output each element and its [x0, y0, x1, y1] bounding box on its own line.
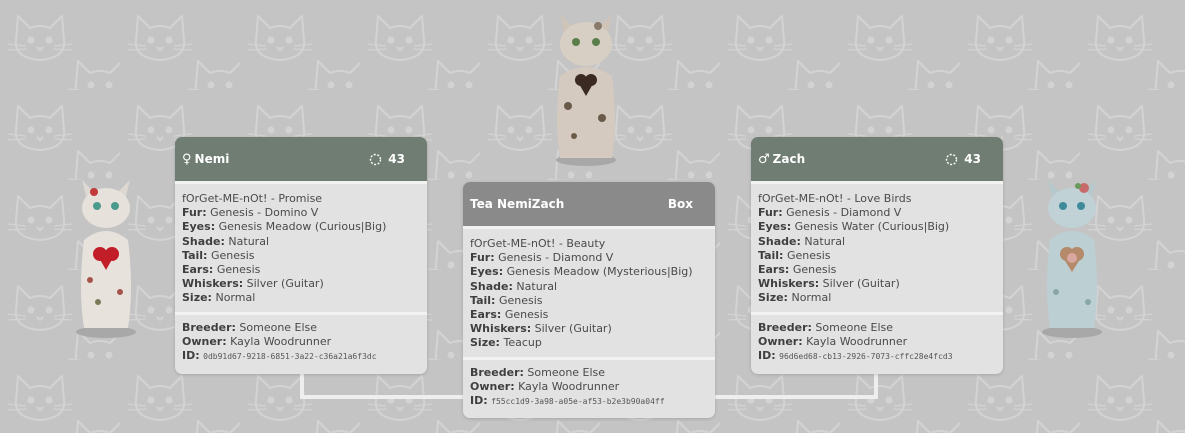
trait-eyes: Eyes: Genesis Meadow (Curious|Big) [182, 220, 387, 234]
breeder-row: Breeder: Someone Else [470, 365, 606, 379]
trait-shade: Shade: Natural [182, 234, 269, 248]
id-row: ID: 0db91d67-9218-6851-3a22-c36a21a6f3dc [182, 349, 377, 363]
trait-size: Size: Teacup [470, 336, 542, 350]
trait-tail: Tail: Genesis [758, 248, 831, 262]
father-card[interactable]: ♂ Zach 43 fOrGet-ME-nOt! - Love Birds Fu… [751, 137, 1003, 374]
trait-tail: Tail: Genesis [182, 248, 255, 262]
trait-whiskers: Whiskers: Silver (Guitar) [470, 322, 612, 336]
father-generation: 43 [964, 152, 981, 166]
offspring-title: fOrGet-ME-nOt! - Beauty [470, 237, 606, 250]
breeder-row: Breeder: Someone Else [758, 320, 894, 334]
trait-size: Size: Normal [182, 291, 256, 305]
mother-ownership: Breeder: Someone Else Owner: Kayla Woodr… [175, 315, 427, 370]
trait-tail: Tail: Genesis [470, 293, 543, 307]
trait-eyes: Eyes: Genesis Meadow (Mysterious|Big) [470, 265, 693, 279]
mother-name: Nemi [194, 152, 230, 166]
trait-ears: Ears: Genesis [182, 263, 261, 277]
id-row: ID: f55cc1d9-3a98-a05e-af53-b2e3b90a04ff [470, 394, 665, 408]
trait-whiskers: Whiskers: Silver (Guitar) [758, 277, 900, 291]
owner-row: Owner: Kayla Woodrunner [182, 334, 332, 348]
female-icon: ♀ [182, 151, 192, 167]
father-ownership: Breeder: Someone Else Owner: Kayla Woodr… [751, 315, 1003, 370]
offspring-status: Box [667, 197, 693, 211]
owner-row: Owner: Kayla Woodrunner [470, 379, 620, 393]
father-cat-image[interactable] [1034, 172, 1110, 340]
trait-ears: Ears: Genesis [470, 308, 549, 322]
father-traits: fOrGet-ME-nOt! - Love Birds Fur: Genesis… [751, 184, 1003, 315]
mother-traits: fOrGet-ME-nOt! - Promise Fur: Genesis - … [175, 184, 427, 315]
dotted-circle-icon [946, 153, 958, 165]
offspring-card-header: Tea NemiZach Box [463, 182, 715, 229]
offspring-cat-image[interactable] [546, 6, 626, 168]
father-title: fOrGet-ME-nOt! - Love Birds [758, 192, 912, 205]
trait-shade: Shade: Natural [758, 234, 845, 248]
trait-ears: Ears: Genesis [758, 263, 837, 277]
mother-card[interactable]: ♀ Nemi 43 fOrGet-ME-nOt! - Promise Fur: … [175, 137, 427, 374]
father-card-header: ♂ Zach 43 [751, 137, 1003, 184]
mother-title: fOrGet-ME-nOt! - Promise [182, 192, 323, 205]
male-icon: ♂ [758, 151, 770, 167]
trait-fur: Fur: Genesis - Diamond V [470, 251, 614, 265]
mother-generation: 43 [388, 152, 405, 166]
offspring-traits: fOrGet-ME-nOt! - Beauty Fur: Genesis - D… [463, 229, 715, 360]
trait-fur: Fur: Genesis - Diamond V [758, 206, 902, 220]
trait-eyes: Eyes: Genesis Water (Curious|Big) [758, 220, 950, 234]
trait-size: Size: Normal [758, 291, 832, 305]
owner-row: Owner: Kayla Woodrunner [758, 334, 908, 348]
mother-card-header: ♀ Nemi 43 [175, 137, 427, 184]
trait-fur: Fur: Genesis - Domino V [182, 206, 319, 220]
father-name: Zach [772, 152, 806, 166]
offspring-card[interactable]: Tea NemiZach Box fOrGet-ME-nOt! - Beauty… [463, 182, 715, 418]
dotted-circle-icon [370, 153, 382, 165]
offspring-name: Tea NemiZach [470, 197, 565, 211]
id-row: ID: 96d6ed68-cb13-2926-7073-cffc28e4fcd3 [758, 349, 953, 363]
mother-cat-image[interactable] [68, 170, 144, 340]
trait-shade: Shade: Natural [470, 279, 557, 293]
breeder-row: Breeder: Someone Else [182, 320, 318, 334]
trait-whiskers: Whiskers: Silver (Guitar) [182, 277, 324, 291]
offspring-ownership: Breeder: Someone Else Owner: Kayla Woodr… [463, 360, 715, 415]
